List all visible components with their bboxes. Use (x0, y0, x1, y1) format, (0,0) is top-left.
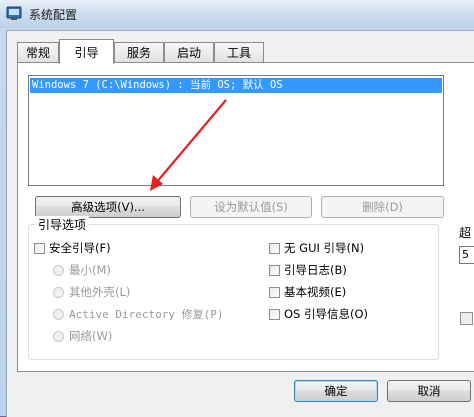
title-bar[interactable]: 系统配置 (0, 0, 474, 28)
active-directory-repair-label: Active Directory 修复(P) (69, 308, 224, 321)
timeout-value: 5 (462, 248, 469, 261)
os-boot-info-checkbox[interactable]: OS 引导信息(O) (269, 306, 368, 322)
timeout-input-partial[interactable]: 5 (459, 246, 474, 264)
radio-circle[interactable] (53, 264, 64, 276)
boot-tab-panel: Windows 7 (C:\Windows) : 当前 OS; 默认 OS 高级… (17, 62, 474, 372)
dialog-client-area: 常规 引导 服务 启动 工具 Windows 7 (C:\Windows) : … (6, 30, 474, 417)
set-as-default-button[interactable]: 设为默认值(S) (190, 196, 312, 218)
tab-boot[interactable]: 引导 (59, 39, 114, 64)
tab-startup[interactable]: 启动 (164, 42, 214, 62)
tab-general[interactable]: 常规 (17, 42, 59, 62)
os-boot-info-label: OS 引导信息(O) (284, 307, 369, 321)
checkbox-box[interactable] (269, 242, 280, 254)
boot-entry-windows7[interactable]: Windows 7 (C:\Windows) : 当前 OS; 默认 OS (30, 78, 442, 93)
radio-circle[interactable] (53, 308, 64, 320)
alternate-shell-label: 其他外壳(L) (69, 285, 131, 299)
boot-entries-list[interactable]: Windows 7 (C:\Windows) : 当前 OS; 默认 OS (28, 75, 444, 186)
ok-button[interactable]: 确定 (294, 380, 378, 402)
no-gui-boot-label: 无 GUI 引导(N) (284, 241, 365, 255)
boot-log-label: 引导日志(B) (284, 263, 347, 277)
advanced-options-button[interactable]: 高级选项(V)... (35, 196, 181, 218)
radio-circle[interactable] (53, 330, 64, 342)
active-directory-repair-radio[interactable]: Active Directory 修复(P) (53, 306, 223, 322)
boot-log-checkbox[interactable]: 引导日志(B) (269, 262, 347, 278)
network-label: 网络(W) (69, 329, 113, 343)
base-video-label: 基本视频(E) (284, 285, 347, 299)
checkbox-box[interactable] (269, 264, 280, 276)
minimal-label: 最小(M) (69, 263, 111, 277)
make-permanent-checkbox-partial[interactable] (460, 312, 473, 325)
checkbox-box[interactable] (269, 286, 280, 298)
checkbox-box[interactable] (34, 242, 45, 254)
tab-services[interactable]: 服务 (114, 42, 164, 62)
base-video-checkbox[interactable]: 基本视频(E) (269, 284, 346, 300)
boot-options-group: 引导选项 安全引导(F) 最小(M) 其他外壳(L) Active Direct… (28, 216, 439, 360)
checkbox-box[interactable] (269, 308, 280, 320)
tab-tools[interactable]: 工具 (214, 42, 264, 62)
no-gui-boot-checkbox[interactable]: 无 GUI 引导(N) (269, 240, 364, 256)
system-configuration-window: 系统配置 常规 引导 服务 启动 工具 Windows 7 (C:\Window… (0, 0, 474, 417)
minimal-radio[interactable]: 最小(M) (53, 262, 111, 278)
window-title: 系统配置 (29, 8, 78, 22)
radio-circle[interactable] (53, 286, 64, 298)
boot-options-label: 引导选项 (35, 216, 90, 233)
timeout-label-partial: 超 (459, 226, 472, 240)
msconfig-icon (6, 6, 22, 20)
safe-boot-label: 安全引导(F) (49, 241, 111, 255)
safe-boot-checkbox[interactable]: 安全引导(F) (34, 240, 111, 256)
alternate-shell-radio[interactable]: 其他外壳(L) (53, 284, 130, 300)
cancel-button[interactable]: 取消 (387, 380, 471, 402)
delete-button[interactable]: 删除(D) (321, 196, 444, 218)
network-radio[interactable]: 网络(W) (53, 328, 112, 344)
